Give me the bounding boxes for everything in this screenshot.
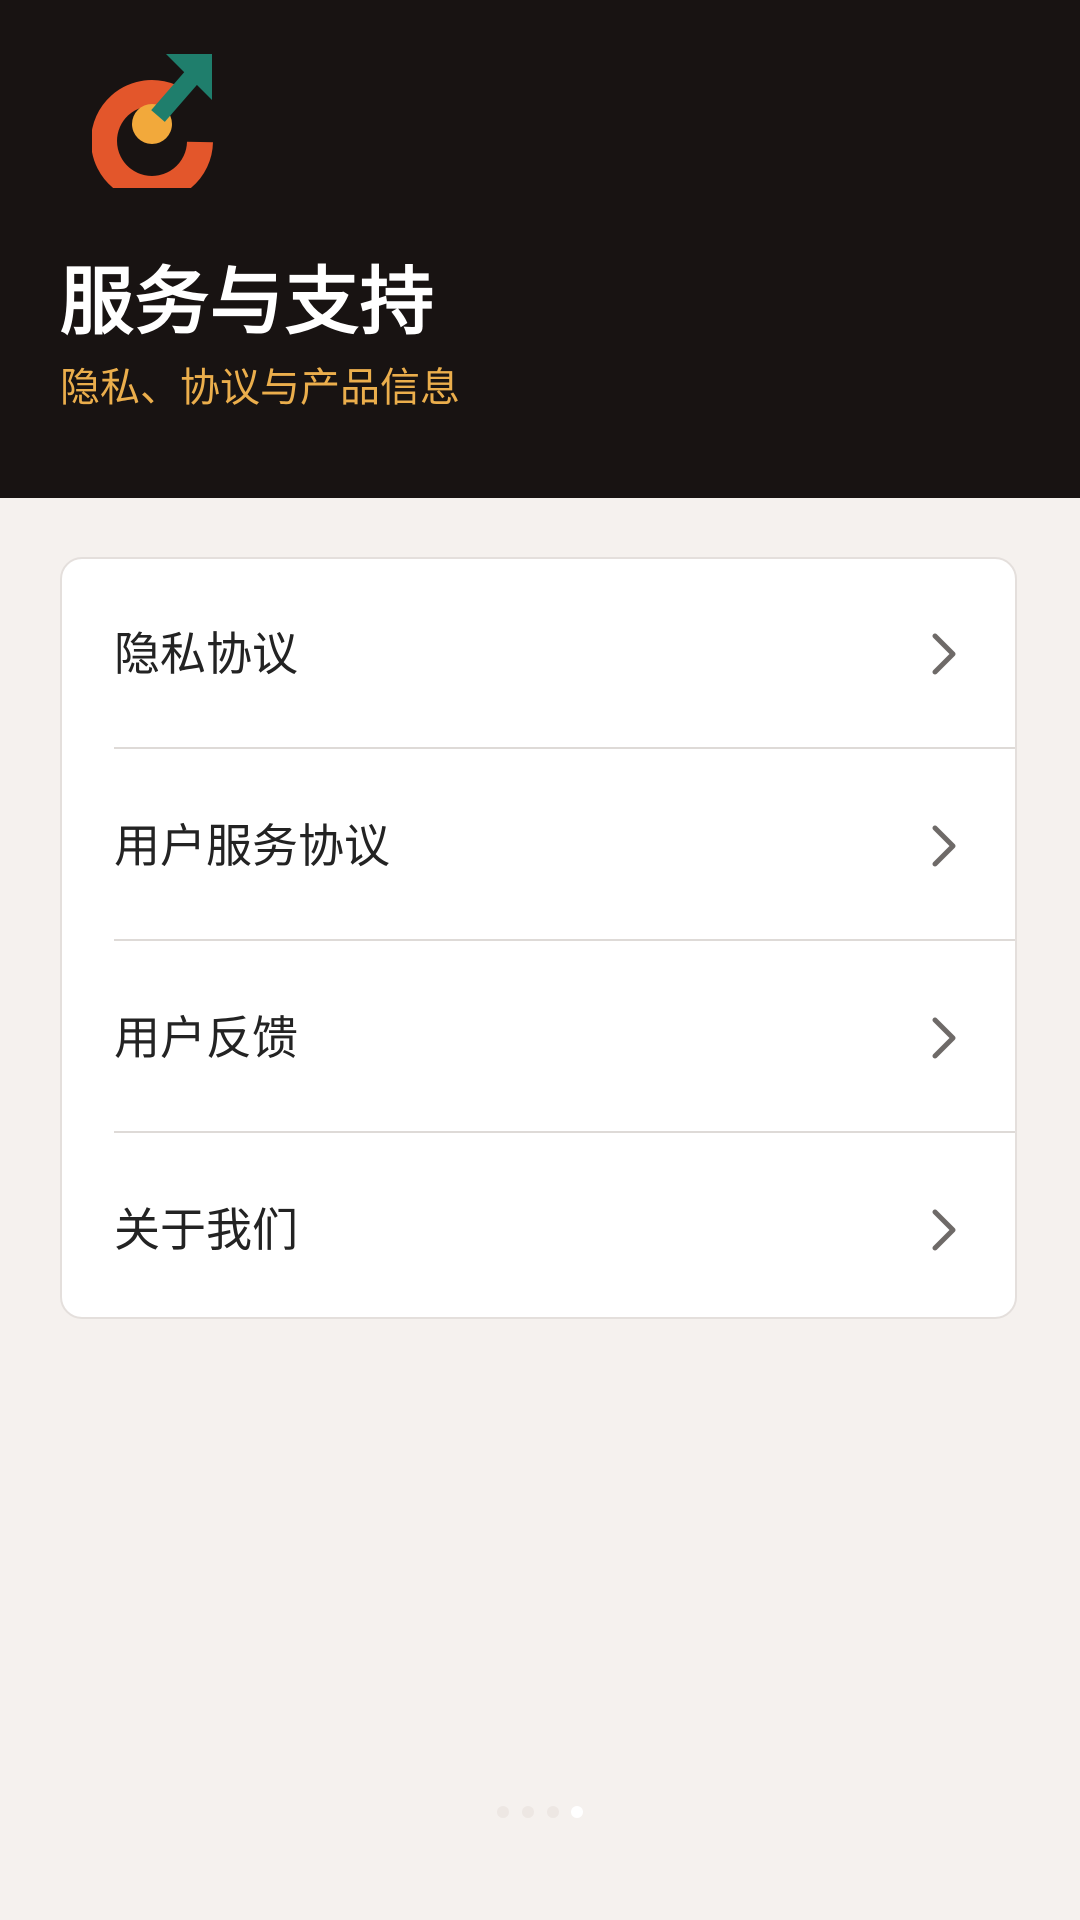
menu-item-user-service-agreement[interactable]: 用户服务协议 — [62, 751, 1015, 941]
chevron-right-icon — [932, 1209, 956, 1251]
header: 服务与支持 隐私、协议与产品信息 — [0, 0, 1080, 498]
divider — [114, 939, 1015, 941]
page-dot[interactable] — [522, 1806, 534, 1818]
menu-item-label: 用户反馈 — [114, 1011, 298, 1065]
page-dot[interactable] — [547, 1806, 559, 1818]
menu-item-label: 用户服务协议 — [114, 819, 390, 873]
menu-item-user-feedback[interactable]: 用户反馈 — [62, 943, 1015, 1133]
page-subtitle: 隐私、协议与产品信息 — [60, 365, 460, 411]
menu-card: 隐私协议 用户服务协议 用户反馈 关于我们 — [60, 557, 1017, 1319]
divider — [114, 747, 1015, 749]
chevron-right-icon — [932, 825, 956, 867]
menu-item-about-us[interactable]: 关于我们 — [62, 1135, 1015, 1317]
page-title: 服务与支持 — [60, 259, 435, 345]
menu-item-label: 关于我们 — [114, 1203, 298, 1257]
chevron-right-icon — [932, 633, 956, 675]
menu-item-label: 隐私协议 — [114, 627, 298, 681]
chevron-right-icon — [932, 1017, 956, 1059]
page-indicator — [497, 1806, 587, 1820]
page-dot-active[interactable] — [571, 1806, 583, 1818]
page-dot[interactable] — [497, 1806, 509, 1818]
app-logo-icon — [92, 54, 213, 188]
divider — [114, 1131, 1015, 1133]
menu-item-privacy-policy[interactable]: 隐私协议 — [62, 559, 1015, 749]
